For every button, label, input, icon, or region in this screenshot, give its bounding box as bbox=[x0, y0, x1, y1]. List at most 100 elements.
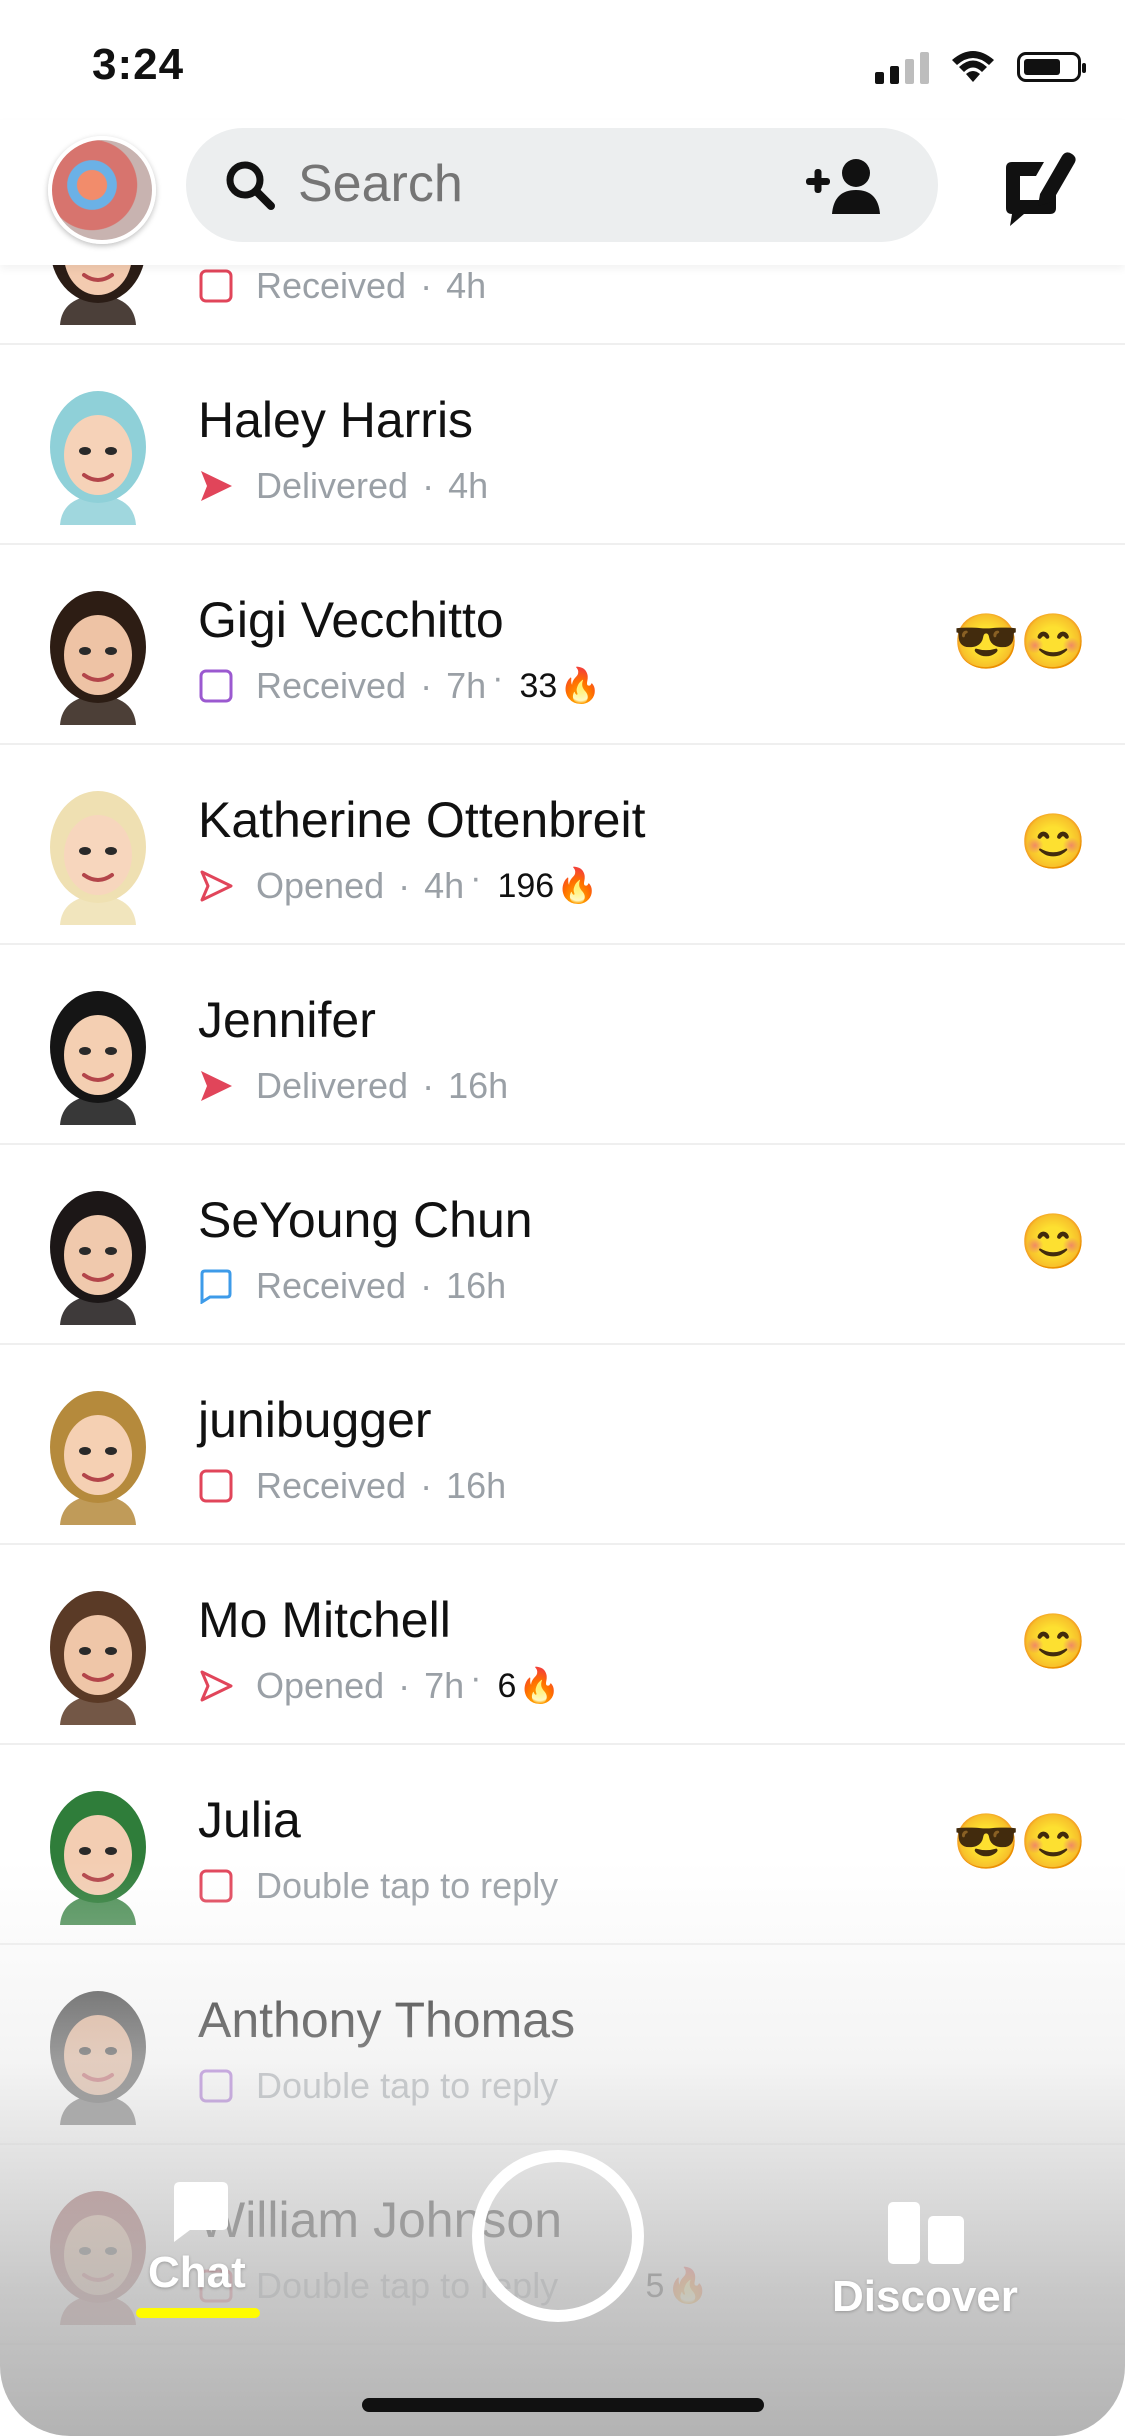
chat-contact-name: Katherine Ottenbreit bbox=[198, 792, 646, 848]
home-indicator bbox=[362, 2398, 764, 2412]
search-input[interactable] bbox=[298, 154, 768, 214]
chat-status-text: Opened bbox=[256, 865, 385, 906]
chat-status-text: Double tap to reply bbox=[256, 1865, 559, 1906]
fire-icon: 🔥 bbox=[556, 867, 599, 905]
chat-contact-name: junibugger bbox=[198, 1392, 432, 1448]
separator-dot: · bbox=[422, 1065, 435, 1106]
friend-emojis: 😊 bbox=[1019, 812, 1087, 872]
separator-dot: · bbox=[420, 265, 433, 306]
bitmoji-avatar[interactable] bbox=[38, 1585, 158, 1725]
received-square-icon bbox=[199, 2069, 233, 2103]
cellular-signal-icon bbox=[875, 50, 929, 84]
chat-time: 16h bbox=[446, 1265, 507, 1306]
snapchat-chat-screen: 3:24 Sophia LamReceived·4hHaley HarrisDe… bbox=[0, 0, 1125, 2436]
chat-contact-name: SeYoung Chun bbox=[198, 1192, 533, 1248]
received-square-icon bbox=[199, 269, 233, 303]
chat-status-text: Delivered bbox=[256, 1065, 409, 1106]
separator-dot: · bbox=[398, 1665, 411, 1706]
header-bar bbox=[0, 120, 1125, 265]
chat-bubble-icon bbox=[174, 2182, 228, 2242]
chat-contact-name: Mo Mitchell bbox=[198, 1592, 451, 1648]
friend-emojis: 😎😊 bbox=[952, 1812, 1087, 1872]
bitmoji-avatar[interactable] bbox=[38, 1385, 158, 1525]
chat-contact-name: Julia bbox=[198, 1792, 301, 1848]
chat-row[interactable]: Jennifer Delivered · 16h bbox=[0, 945, 1125, 1145]
status-icons bbox=[875, 50, 1086, 84]
chat-tab-active-indicator bbox=[136, 2308, 260, 2318]
chat-status-text: Opened bbox=[256, 1665, 385, 1706]
chat-row[interactable]: Haley Harris Delivered · 4h bbox=[0, 345, 1125, 545]
chat-tab[interactable]: Chat bbox=[130, 2180, 270, 2330]
chat-status-text: Received bbox=[256, 1265, 407, 1306]
chat-status-line: Opened · 7h · 6 🔥 bbox=[198, 1658, 561, 1707]
chat-row[interactable]: SeYoung Chun Received · 16h 😊 bbox=[0, 1145, 1125, 1345]
new-chat-icon[interactable] bbox=[1000, 150, 1080, 230]
chat-row[interactable]: Anthony Thomas Double tap to reply bbox=[0, 1945, 1125, 2145]
chat-time: 7h bbox=[424, 1665, 465, 1706]
bitmoji-avatar[interactable] bbox=[38, 585, 158, 725]
bitmoji-avatar[interactable] bbox=[38, 785, 158, 925]
delivered-arrow-icon bbox=[201, 1071, 232, 1101]
received-square-icon bbox=[199, 1469, 233, 1503]
received-square-icon bbox=[199, 669, 233, 703]
bitmoji-avatar[interactable] bbox=[38, 385, 158, 525]
chat-status-text: Received bbox=[256, 265, 407, 306]
snapstreak: · 196 🔥 bbox=[470, 858, 599, 906]
search-bar[interactable] bbox=[186, 128, 938, 242]
chat-row[interactable]: Mo Mitchell Opened · 7h · 6 🔥 😊 bbox=[0, 1545, 1125, 1745]
bitmoji-avatar[interactable] bbox=[38, 985, 158, 1125]
chat-status-line: Double tap to reply bbox=[198, 2065, 558, 2107]
chat-contact-name: Jennifer bbox=[198, 992, 376, 1048]
chat-status-line: Received · 16h bbox=[198, 1465, 506, 1507]
received-chat-icon bbox=[200, 1269, 232, 1304]
chat-status-line: Received · 7h · 33 🔥 bbox=[198, 658, 602, 707]
profile-avatar[interactable] bbox=[48, 136, 156, 244]
chat-status-text: Received bbox=[256, 665, 407, 706]
bottom-nav: Chat Discover bbox=[0, 2140, 1125, 2436]
discover-tab-label: Discover bbox=[832, 2272, 1018, 2321]
chat-time: 4h bbox=[448, 465, 489, 506]
snapstreak: · 6 🔥 bbox=[470, 1658, 561, 1706]
chat-tab-label: Chat bbox=[148, 2248, 246, 2297]
chat-list: Sophia LamReceived·4hHaley HarrisDeliver… bbox=[0, 191, 1125, 2345]
chat-row[interactable]: Katherine Ottenbreit Opened · 4h · 196 🔥 😊 bbox=[0, 745, 1125, 945]
separator-dot: · bbox=[422, 465, 435, 506]
chat-status-line: Delivered · 16h bbox=[198, 1065, 508, 1107]
discover-tab[interactable]: Discover bbox=[820, 2200, 1040, 2340]
chat-time: 4h bbox=[446, 265, 487, 306]
add-friend-icon[interactable] bbox=[804, 156, 884, 216]
chat-contact-name: Anthony Thomas bbox=[198, 1992, 576, 2048]
chat-row[interactable]: junibugger Received · 16h bbox=[0, 1345, 1125, 1545]
chat-status-line: Received · 4h bbox=[198, 265, 486, 307]
wifi-icon bbox=[952, 51, 994, 82]
discover-icon bbox=[888, 2202, 964, 2264]
opened-arrow-icon bbox=[200, 1670, 233, 1702]
chat-contact-name: Gigi Vecchitto bbox=[198, 592, 504, 648]
chat-row[interactable]: Julia Double tap to reply 😎😊 bbox=[0, 1745, 1125, 1945]
chat-status-line: Double tap to reply bbox=[198, 1865, 558, 1907]
received-square-icon bbox=[199, 1869, 233, 1903]
chat-status-line: Opened · 4h · 196 🔥 bbox=[198, 858, 599, 907]
snapstreak-count: 196 bbox=[497, 866, 555, 905]
friend-emojis: 😊 bbox=[1019, 1212, 1087, 1272]
bitmoji-avatar[interactable] bbox=[38, 1185, 158, 1325]
chat-time: 16h bbox=[446, 1465, 507, 1506]
chat-time: 4h bbox=[424, 865, 465, 906]
fire-icon: 🔥 bbox=[518, 1667, 561, 1705]
separator-dot: · bbox=[398, 865, 411, 906]
chat-contact-name: Haley Harris bbox=[198, 392, 474, 448]
friend-emojis: 😊 bbox=[1019, 1612, 1087, 1672]
search-icon bbox=[226, 161, 275, 210]
chat-row[interactable]: Gigi Vecchitto Received · 7h · 33 🔥 😎😊 bbox=[0, 545, 1125, 745]
separator-dot: · bbox=[420, 665, 433, 706]
snapstreak: · 33 🔥 bbox=[492, 658, 602, 706]
snapstreak-count: 33 bbox=[519, 666, 558, 705]
chat-status-text: Double tap to reply bbox=[256, 2065, 559, 2106]
chat-status-line: Received · 16h bbox=[198, 1265, 506, 1307]
friend-emojis: 😎😊 bbox=[952, 612, 1087, 672]
bitmoji-avatar[interactable] bbox=[38, 1785, 158, 1925]
chat-time: 16h bbox=[448, 1065, 509, 1106]
bitmoji-avatar[interactable] bbox=[38, 1985, 158, 2125]
separator-dot: · bbox=[420, 1265, 433, 1306]
camera-capture-button[interactable] bbox=[472, 2150, 644, 2322]
